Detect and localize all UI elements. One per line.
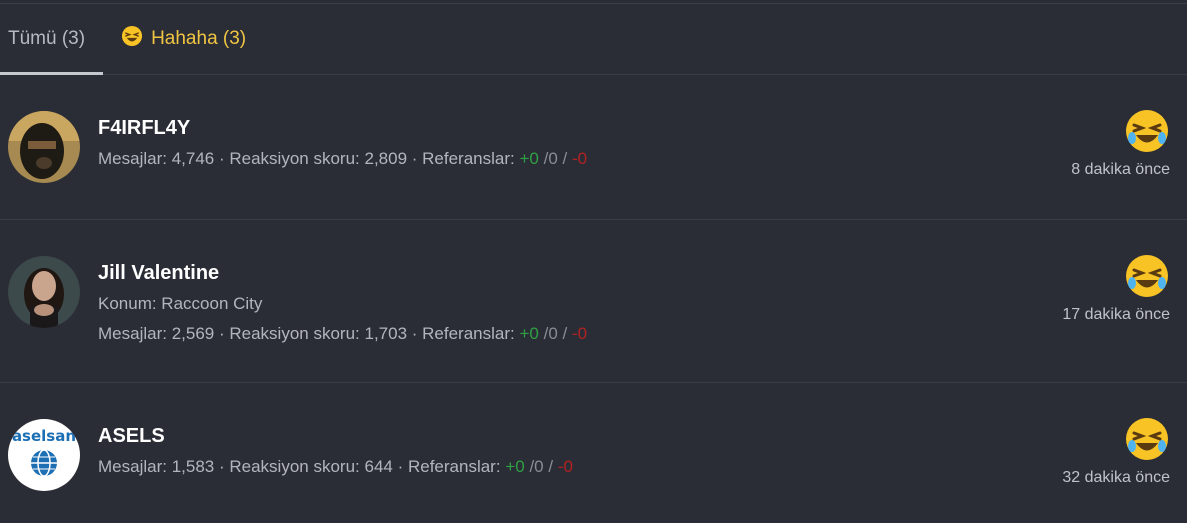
references-positive: +0 — [519, 149, 539, 168]
reaction-time: 8 dakika önce — [1071, 161, 1170, 178]
references-positive: +0 — [505, 457, 525, 476]
reaction-score-label: Reaksiyon skoru: — [229, 457, 360, 476]
avatar[interactable] — [8, 111, 80, 183]
references-neutral: 0 — [548, 149, 558, 168]
reaction-score-label: Reaksiyon skoru: — [229, 324, 360, 343]
messages-label: Mesajlar: — [98, 324, 167, 343]
messages-count: 2,569 — [171, 324, 215, 343]
references-label: Referanslar: — [422, 149, 515, 168]
user-location: Konum: Raccoon City — [98, 294, 263, 313]
reaction-score-label: Reaksiyon skoru: — [229, 149, 360, 168]
laughing-emoji-icon — [121, 25, 143, 53]
user-stats: Mesajlar: 1,583 · Reaksiyon skoru: 644 ·… — [98, 457, 573, 476]
messages-label: Mesajlar: — [98, 149, 167, 168]
messages-label: Mesajlar: — [98, 457, 167, 476]
reaction-tabs: Tümü (3) Hahaha (3) — [0, 4, 1187, 75]
reaction-time: 32 dakika önce — [1062, 469, 1170, 486]
reaction-list-item: F4IRFL4Y Mesajlar: 4,746 · Reaksiyon sko… — [0, 75, 1187, 220]
aselsan-logo-text: aselsan — [12, 427, 76, 445]
messages-count: 1,583 — [171, 457, 215, 476]
references-positive: +0 — [519, 324, 539, 343]
avatar[interactable]: aselsan — [8, 419, 80, 491]
reaction-time: 17 dakika önce — [1062, 306, 1170, 323]
user-stats: Mesajlar: 2,569 · Reaksiyon skoru: 1,703… — [98, 324, 588, 343]
tab-hahaha-label: Hahaha (3) — [151, 28, 247, 49]
reaction-score: 1,703 — [364, 324, 408, 343]
laughing-emoji-icon[interactable] — [1124, 416, 1170, 462]
references-label: Referanslar: — [407, 457, 501, 476]
username[interactable]: F4IRFL4Y — [98, 115, 587, 141]
tab-all-label: Tümü (3) — [8, 28, 86, 49]
references-label: Referanslar: — [422, 324, 515, 343]
references-neutral: 0 — [548, 324, 558, 343]
laughing-emoji-icon[interactable] — [1124, 108, 1170, 154]
reaction-score: 644 — [364, 457, 393, 476]
reaction-list-item: Jill Valentine Konum: Raccoon City Mesaj… — [0, 220, 1187, 383]
tab-all[interactable]: Tümü (3) — [0, 4, 104, 75]
laughing-emoji-icon[interactable] — [1124, 253, 1170, 299]
username[interactable]: Jill Valentine — [98, 260, 587, 286]
tab-hahaha[interactable]: Hahaha (3) — [113, 4, 254, 74]
username[interactable]: ASELS — [98, 423, 573, 449]
messages-count: 4,746 — [171, 149, 215, 168]
references-negative: -0 — [572, 324, 588, 343]
reaction-score: 2,809 — [364, 149, 408, 168]
avatar[interactable] — [8, 256, 80, 328]
references-neutral: 0 — [534, 457, 544, 476]
reaction-list-item: aselsan ASELS Mesajlar: 1,583 · Reaksiyo… — [0, 383, 1187, 522]
references-negative: -0 — [557, 457, 573, 476]
references-negative: -0 — [572, 149, 588, 168]
user-stats: Mesajlar: 4,746 · Reaksiyon skoru: 2,809… — [98, 149, 588, 168]
